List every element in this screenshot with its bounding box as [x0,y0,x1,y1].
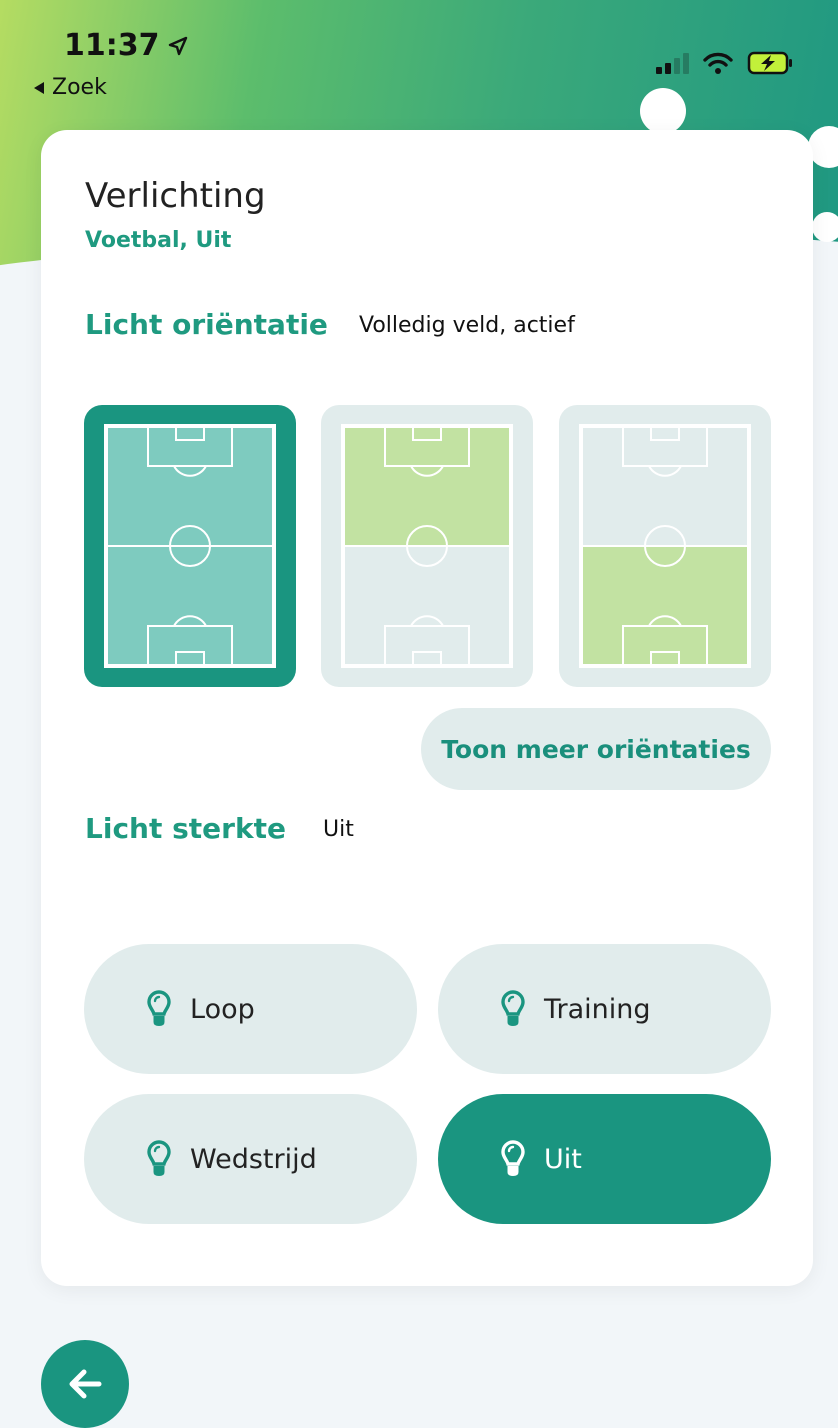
lightbulb-icon [147,1140,171,1176]
triangle-left-icon [34,81,44,94]
soccer-field-icon [579,424,751,668]
orientation-option-full-field[interactable] [84,405,296,687]
decor-bubble [812,212,838,242]
orientation-option-bottom-half[interactable] [559,405,771,687]
lighting-card: Verlichting Voetbal, Uit Licht oriëntati… [41,130,813,1286]
soccer-field-icon [341,424,513,668]
soccer-field-icon [104,424,276,668]
mode-button-wedstrijd[interactable]: Wedstrijd [84,1094,417,1224]
lightbulb-icon [147,990,171,1026]
lightbulb-icon [501,990,525,1026]
battery-charging-icon [747,51,792,75]
location-arrow-icon [168,36,187,55]
mode-label: Training [544,993,651,1025]
strength-label: Licht sterkte [85,812,286,845]
lightbulb-icon [501,1140,525,1176]
strength-value: Uit [323,817,354,842]
page-subtitle: Voetbal, Uit [85,228,232,253]
mode-button-uit[interactable]: Uit [438,1094,771,1224]
mode-button-training[interactable]: Training [438,944,771,1074]
page-title: Verlichting [85,176,266,216]
back-button[interactable] [41,1340,129,1428]
back-to-app-link[interactable]: Zoek [32,75,107,100]
orientation-value: Volledig veld, actief [359,313,575,338]
wifi-icon [703,52,733,74]
show-more-orientations-button[interactable]: Toon meer oriëntaties [421,708,771,790]
back-to-app-label: Zoek [52,75,107,100]
mode-button-loop[interactable]: Loop [84,944,417,1074]
status-bar: 11:37 Zoek [0,0,838,110]
system-icons [656,46,795,80]
status-time: 11:37 [64,28,188,63]
mode-label: Uit [544,1143,582,1175]
mode-label: Wedstrijd [190,1143,317,1175]
orientation-label: Licht oriëntatie [85,308,328,341]
cellular-signal-icon [656,52,689,74]
arrow-left-icon [69,1369,102,1399]
orientation-option-top-half[interactable] [321,405,533,687]
mode-label: Loop [190,993,255,1025]
time-text: 11:37 [64,28,160,63]
